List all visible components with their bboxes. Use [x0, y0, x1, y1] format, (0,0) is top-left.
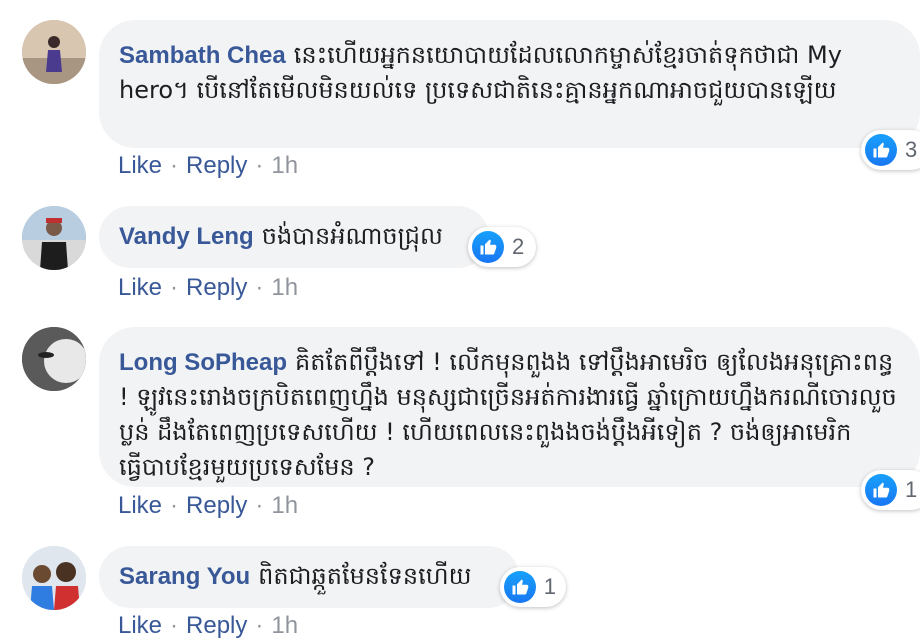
- comment-bubble: Long SoPheap គិតតែពីប្ដឹងទៅ ! លើកមុនពួងង …: [99, 327, 920, 487]
- comment-text: ពិតជាឆ្កួតមែនទែនហើយ: [258, 562, 472, 590]
- comment-timestamp[interactable]: 1h: [271, 274, 298, 301]
- reaction-summary[interactable]: 2: [468, 227, 536, 267]
- avatar-photo: [22, 327, 86, 391]
- comment-author-link[interactable]: Vandy Leng: [119, 223, 254, 250]
- comment-bubble: Vandy Leng ចង់បានអំណាចជ្រុល: [99, 206, 489, 268]
- like-link[interactable]: Like: [118, 612, 162, 639]
- comment-author-link[interactable]: Sambath Chea: [119, 42, 286, 69]
- reaction-count: 3: [905, 137, 918, 162]
- like-link[interactable]: Like: [118, 152, 162, 179]
- comment-text: ចង់បានអំណាចជ្រុល: [261, 222, 443, 250]
- comment-author-link[interactable]: Long SoPheap: [119, 349, 287, 376]
- separator-dot: ·: [170, 492, 179, 519]
- reply-link[interactable]: Reply: [186, 612, 247, 639]
- separator-dot: ·: [255, 492, 264, 519]
- separator-dot: ·: [255, 612, 264, 639]
- avatar-photo: [22, 206, 86, 270]
- reaction-summary[interactable]: 1: [500, 567, 566, 607]
- avatar[interactable]: [22, 327, 86, 391]
- comment-timestamp[interactable]: 1h: [271, 612, 298, 639]
- separator-dot: ·: [255, 152, 264, 179]
- separator-dot: ·: [170, 612, 179, 639]
- reply-link[interactable]: Reply: [186, 274, 247, 301]
- comment-bubble: Sarang You ពិតជាឆ្កួតមែនទែនហើយ: [99, 546, 519, 608]
- like-link[interactable]: Like: [118, 274, 162, 301]
- thumbs-up-icon: [472, 231, 504, 263]
- comment-timestamp[interactable]: 1h: [271, 152, 298, 179]
- avatar-photo: [22, 546, 86, 610]
- reaction-count: 2: [512, 234, 525, 259]
- comment-actions: Like · Reply · 1h: [118, 492, 298, 520]
- thumbs-up-icon: [865, 474, 897, 506]
- avatar-photo: [22, 20, 86, 84]
- comment-author-link[interactable]: Sarang You: [119, 563, 250, 590]
- reply-link[interactable]: Reply: [186, 492, 247, 519]
- comment-actions: Like · Reply · 1h: [118, 274, 298, 302]
- reply-link[interactable]: Reply: [186, 152, 247, 179]
- avatar[interactable]: [22, 206, 86, 270]
- separator-dot: ·: [170, 152, 179, 179]
- reaction-summary[interactable]: 1: [861, 470, 920, 510]
- thumbs-up-icon: [865, 134, 897, 166]
- comment-timestamp[interactable]: 1h: [271, 492, 298, 519]
- like-link[interactable]: Like: [118, 492, 162, 519]
- reaction-summary[interactable]: 3: [861, 130, 920, 170]
- separator-dot: ·: [255, 274, 264, 301]
- avatar[interactable]: [22, 20, 86, 84]
- comment-actions: Like · Reply · 1h: [118, 152, 298, 180]
- comment-bubble: Sambath Chea នេះហើយអ្នកនយោបាយដែលលោកម្ចាស់…: [99, 20, 920, 148]
- avatar[interactable]: [22, 546, 86, 610]
- reaction-count: 1: [905, 477, 918, 502]
- thumbs-up-icon: [504, 571, 536, 603]
- separator-dot: ·: [170, 274, 179, 301]
- reaction-count: 1: [543, 574, 556, 599]
- comment-actions: Like · Reply · 1h: [118, 612, 298, 640]
